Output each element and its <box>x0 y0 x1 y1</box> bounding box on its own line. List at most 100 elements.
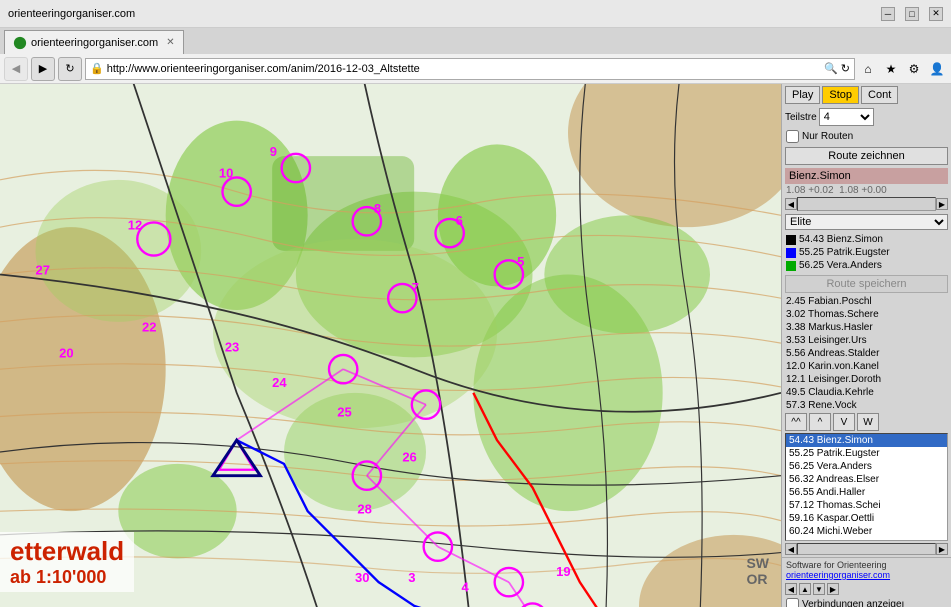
svg-text:20: 20 <box>59 345 73 360</box>
svg-text:9: 9 <box>270 144 277 159</box>
play-button[interactable]: Play <box>785 86 820 104</box>
verbindungen-row: Verbindungen anzeigeı <box>786 597 947 607</box>
svg-text:24: 24 <box>272 375 287 390</box>
right-list-item[interactable]: 57.3 Rene.Vock <box>782 399 951 412</box>
maximize-button[interactable]: □ <box>905 7 919 21</box>
runner-item[interactable]: 57.12 Thomas.Schei <box>786 499 947 512</box>
route-zeichnen-button[interactable]: Route zeichnen <box>785 147 948 165</box>
software-label: Software for Orienteering <box>786 560 947 570</box>
teilstrecke-label: Teilstre <box>785 112 817 123</box>
svg-text:8: 8 <box>374 201 381 216</box>
window-title: orienteeringorganiser.com <box>8 8 875 20</box>
address-bar[interactable] <box>107 63 821 75</box>
settings-button[interactable]: ⚙ <box>904 59 924 79</box>
route-zeichnen-row: Route zeichnen <box>782 145 951 167</box>
software-url[interactable]: orienteeringorganiser.com <box>786 570 947 580</box>
verbindungen-label: Verbindungen anzeigeı <box>802 599 904 607</box>
runner-item[interactable]: 59.16 Kaspar.Oettli <box>786 512 947 525</box>
svg-text:19: 19 <box>556 564 570 579</box>
top-results: 54.43 Bienz.Simon 55.25 Patrik.Eugster 5… <box>782 232 951 273</box>
back-button[interactable]: ◀ <box>4 57 28 81</box>
sort-w-button[interactable]: W <box>857 413 879 431</box>
right-list-item[interactable]: 49.5 Claudia.Kehrle <box>782 386 951 399</box>
right-list-item[interactable]: 3.53 Leisinger.Urs <box>782 334 951 347</box>
favorites-button[interactable]: ★ <box>881 59 901 79</box>
runner-item[interactable]: 55.25 Patrik.Eugster <box>786 447 947 460</box>
list-scroll-left[interactable]: ◀ <box>785 543 797 555</box>
list-scrollbar-row: ◀ ▶ <box>782 542 951 556</box>
map-area: 12 10 9 8 7 6 5 27 20 22 23 24 25 26 28 … <box>0 84 781 607</box>
runner-item-selected[interactable]: 54.43 Bienz.Simon <box>786 434 947 447</box>
nav-left-arrow[interactable]: ◀ <box>785 583 797 595</box>
top-result-2: 55.25 Patrik.Eugster <box>786 246 947 259</box>
search-icon: 🔍 <box>824 62 838 75</box>
h-scrollbar-row: ◀ ▶ <box>782 196 951 212</box>
list-h-scrollbar[interactable] <box>797 543 936 555</box>
nav-arrows-row: ◀ ▲ ▼ ▶ <box>782 582 951 596</box>
runner-item[interactable]: 60.24 Michi.Weber <box>786 525 947 538</box>
right-list-item[interactable]: 2.45 Fabian.Poschl <box>782 295 951 308</box>
software-info: Software for Orienteering orienteeringor… <box>782 557 951 582</box>
svg-text:3: 3 <box>408 570 415 585</box>
svg-text:10: 10 <box>219 165 233 180</box>
svg-text:23: 23 <box>225 339 239 354</box>
right-list: 2.45 Fabian.Poschl 3.02 Thomas.Schere 3.… <box>782 295 951 412</box>
stop-button[interactable]: Stop <box>822 86 859 104</box>
right-list-item[interactable]: 12.0 Karin.von.Kanel <box>782 360 951 373</box>
svg-text:6: 6 <box>456 213 463 228</box>
right-list-item[interactable]: 3.02 Thomas.Schere <box>782 308 951 321</box>
runner-item[interactable]: 60.29 Jon.Eugster <box>786 538 947 541</box>
close-button[interactable]: ✕ <box>929 7 943 21</box>
sort-top-button[interactable]: ^^ <box>785 413 807 431</box>
nav-right-arrow[interactable]: ▶ <box>827 583 839 595</box>
options-checkboxes: Verbindungen anzeigeı Teilstücke verschi… <box>782 596 951 607</box>
nav-up-arrow[interactable]: ▲ <box>799 583 811 595</box>
browser-tab[interactable]: orienteeringorganiser.com ✕ <box>4 30 184 54</box>
nur-routen-row: Nur Routen <box>782 128 951 145</box>
color-dot-1 <box>786 235 796 245</box>
svg-text:25: 25 <box>337 405 351 420</box>
list-scroll-right[interactable]: ▶ <box>936 543 948 555</box>
right-list-item[interactable]: 5.56 Andreas.Stalder <box>782 347 951 360</box>
runner-item[interactable]: 56.32 Andreas.Elser <box>786 473 947 486</box>
tab-close-button[interactable]: ✕ <box>166 37 174 48</box>
home-button[interactable]: ⌂ <box>858 59 878 79</box>
svg-text:27: 27 <box>36 263 50 278</box>
route-speichern-button[interactable]: Route speichern <box>785 275 948 293</box>
nur-routen-checkbox[interactable] <box>786 130 799 143</box>
right-list-item[interactable]: 3.38 Markus.Hasler <box>782 321 951 334</box>
user-button[interactable]: 👤 <box>927 59 947 79</box>
svg-text:5: 5 <box>517 254 524 269</box>
svg-text:28: 28 <box>357 502 371 517</box>
nav-down-arrow[interactable]: ▼ <box>813 583 825 595</box>
color-dot-2 <box>786 248 796 258</box>
verbindungen-checkbox[interactable] <box>786 598 799 607</box>
h-scrollbar-track[interactable] <box>797 197 936 211</box>
runner-item[interactable]: 56.55 Andi.Haller <box>786 486 947 499</box>
runners-listbox[interactable]: 54.43 Bienz.Simon 55.25 Patrik.Eugster 5… <box>785 433 948 541</box>
selected-runner-header: Bienz.Simon <box>785 168 948 184</box>
scroll-right-arrow[interactable]: ▶ <box>936 198 948 210</box>
scroll-left-arrow[interactable]: ◀ <box>785 198 797 210</box>
teilstrecke-row: Teilstre 4 <box>782 106 951 128</box>
map-scale-text: ab 1:10'000 <box>10 567 124 588</box>
right-list-item[interactable]: 12.1 Leisinger.Doroth <box>782 373 951 386</box>
top-result-1: 54.43 Bienz.Simon <box>786 233 947 246</box>
minimize-button[interactable]: ─ <box>881 7 895 21</box>
map-location-name: etterwald <box>10 536 124 567</box>
sort-down-button[interactable]: V <box>833 413 855 431</box>
forward-button[interactable]: ▶ <box>31 57 55 81</box>
category-select[interactable]: Elite <box>785 214 948 230</box>
svg-text:7: 7 <box>412 280 419 295</box>
nur-routen-label: Nur Routen <box>802 131 853 142</box>
svg-text:22: 22 <box>142 319 156 334</box>
tab-label: orienteeringorganiser.com <box>31 37 158 49</box>
refresh-button[interactable]: ↻ <box>58 57 82 81</box>
runner-item[interactable]: 56.25 Vera.Anders <box>786 460 947 473</box>
cont-button[interactable]: Cont <box>861 86 898 104</box>
teilstrecke-select[interactable]: 4 <box>819 108 874 126</box>
sort-up-button[interactable]: ^ <box>809 413 831 431</box>
svg-text:12: 12 <box>128 218 142 233</box>
right-panel: Play Stop Cont Teilstre 4 Nur Routen <box>781 84 951 607</box>
map-logo-text: SWOR <box>746 556 769 587</box>
